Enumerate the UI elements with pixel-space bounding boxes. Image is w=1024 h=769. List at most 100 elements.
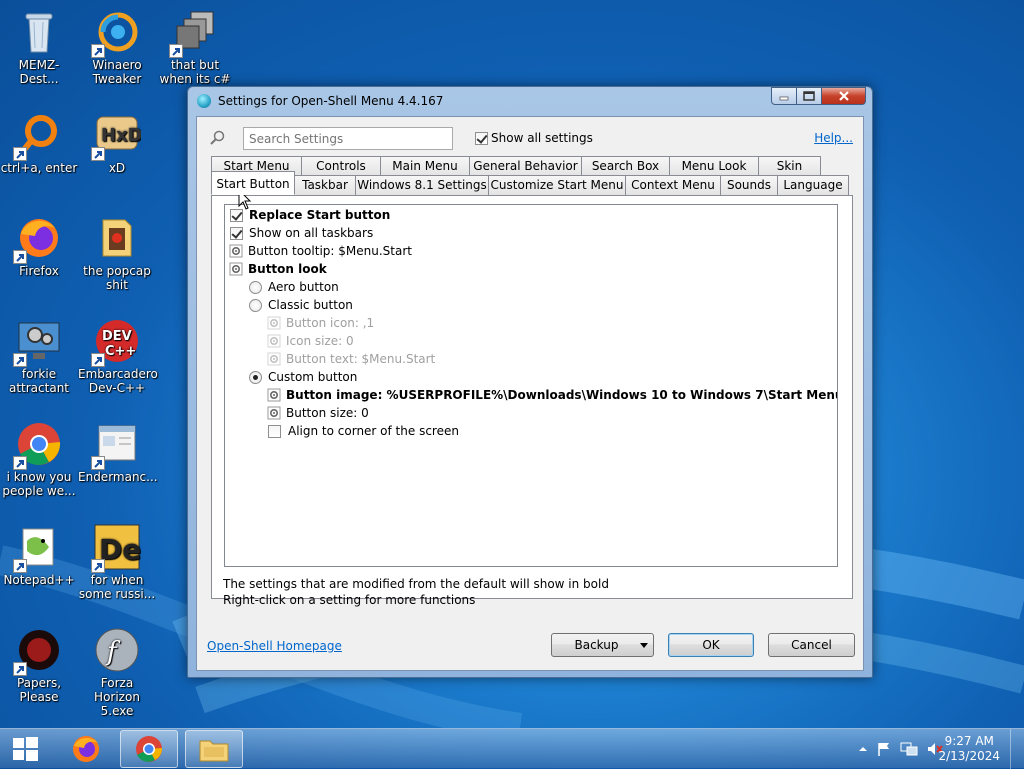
tab-taskbar[interactable]: Taskbar (294, 175, 356, 195)
desktop-icon-label: ctrl+a, enter (0, 161, 78, 175)
action-center-flag-icon[interactable] (876, 741, 892, 757)
tab-windows-81-settings[interactable]: Windows 8.1 Settings (355, 175, 489, 195)
show-hidden-icons-icon[interactable] (858, 744, 868, 754)
shortcut-arrow-icon (13, 250, 27, 264)
setting-show-on-all-taskbars[interactable]: Show on all taskbars (230, 224, 373, 242)
backup-button[interactable]: Backup (551, 633, 654, 657)
setting-button-look[interactable]: Button look (229, 260, 327, 278)
tab-panel-start-button: Replace Start button Show on all taskbar… (211, 195, 853, 599)
tab-controls[interactable]: Controls (301, 156, 381, 176)
setting-button-icon: Button icon: ,1 (267, 314, 374, 332)
windows-logo-icon (13, 737, 38, 761)
desktop-icon-forza[interactable]: f Forza Horizon 5.exe (78, 626, 156, 718)
gear-icon (267, 388, 281, 402)
gear-icon (267, 406, 281, 420)
tab-skin[interactable]: Skin (758, 156, 821, 176)
shortcut-arrow-icon (169, 44, 183, 58)
ok-button[interactable]: OK (668, 633, 754, 657)
setting-button-image[interactable]: Button image: %USERPROFILE%\Downloads\Wi… (267, 386, 837, 404)
shortcut-arrow-icon (13, 353, 27, 367)
desktop-icon-notepadpp[interactable]: Notepad++ (0, 523, 78, 587)
setting-button-text: Button text: $Menu.Start (267, 350, 435, 368)
start-button[interactable] (6, 731, 44, 767)
setting-align-corner[interactable]: Align to corner of the screen (268, 422, 459, 440)
radio-classic-button[interactable]: Classic button (249, 296, 353, 314)
tab-start-button[interactable]: Start Button (211, 171, 295, 195)
taskbar-chrome[interactable] (120, 730, 178, 768)
window-title: Settings for Open-Shell Menu 4.4.167 (218, 94, 444, 108)
radio-custom-button[interactable]: Custom button (249, 368, 357, 386)
orange-ring-icon (13, 111, 63, 161)
network-icon[interactable] (900, 741, 918, 757)
settings-client-area: Show all settings Help... Start Menu Sty… (196, 116, 864, 671)
cancel-button[interactable]: Cancel (768, 633, 855, 657)
gear-icon (267, 316, 281, 330)
title-bar[interactable]: Settings for Open-Shell Menu 4.4.167 (188, 87, 872, 115)
tab-search-box[interactable]: Search Box (581, 156, 670, 176)
taskbar-explorer[interactable] (185, 730, 243, 768)
folder-icon (199, 740, 229, 762)
window-icon (91, 420, 141, 470)
taskbar-clock[interactable]: 9:27 AM 2/13/2024 (938, 734, 1000, 764)
shortcut-arrow-icon (91, 456, 105, 470)
desktop-icon-label: the popcap shit (83, 264, 151, 292)
shortcut-arrow-icon (91, 147, 105, 161)
setting-button-tooltip[interactable]: Button tooltip: $Menu.Start (229, 242, 412, 260)
minimize-icon (779, 96, 789, 101)
desktop-icon-recycle-bin[interactable]: MEMZ-Dest... (0, 8, 78, 86)
desktop-icon-forkie[interactable]: forkie attractant (0, 317, 78, 395)
help-link[interactable]: Help... (814, 131, 853, 145)
shortcut-arrow-icon (13, 559, 27, 573)
setting-icon-size: Icon size: 0 (267, 332, 354, 350)
firefox-icon (13, 214, 63, 264)
desktop-icon-chrome[interactable]: i know you people we... (0, 420, 78, 498)
minimize-button[interactable] (771, 87, 797, 105)
desktop-icon-devcpp[interactable]: DEV C++ Embarcadero Dev-C++ (78, 317, 158, 395)
taskbar-firefox[interactable] (57, 730, 115, 768)
close-button[interactable] (822, 87, 866, 105)
shortcut-arrow-icon (13, 456, 27, 470)
open-shell-homepage-link[interactable]: Open-Shell Homepage (207, 639, 342, 653)
desktop-icon-endermanch[interactable]: Endermanc... (78, 420, 158, 484)
settings-tree: Replace Start button Show on all taskbar… (224, 204, 838, 567)
open-shell-icon (197, 94, 211, 108)
de-icon: De (91, 523, 141, 573)
desktop-icon-label: xD (108, 161, 126, 175)
desktop-icon-label: Endermanc... (78, 470, 158, 484)
svg-text:DEV: DEV (102, 329, 132, 344)
tab-customize-start-menu[interactable]: Customize Start Menu (488, 175, 626, 195)
desktop-icon-label: that but when its c# (159, 58, 231, 86)
setting-button-size[interactable]: Button size: 0 (267, 404, 369, 422)
desktop-icon-papers-please[interactable]: Papers, Please (0, 626, 78, 704)
close-icon (838, 91, 849, 101)
search-settings-input[interactable] (243, 127, 453, 150)
settings-window: Settings for Open-Shell Menu 4.4.167 Sho… (187, 86, 873, 678)
desktop-icon-label: forkie attractant (8, 367, 70, 395)
tab-menu-look[interactable]: Menu Look (669, 156, 759, 176)
desktop-icon-label: Notepad++ (3, 573, 75, 587)
maximize-button[interactable] (797, 87, 822, 105)
desktop-icon-firefox[interactable]: Firefox (0, 214, 78, 278)
shortcut-arrow-icon (13, 147, 27, 161)
tab-general-behavior[interactable]: General Behavior (469, 156, 582, 176)
hxd-icon: HxD (91, 111, 143, 161)
checkbox-icon (230, 226, 243, 240)
show-all-settings-checkbox[interactable]: Show all settings (475, 131, 593, 145)
setting-replace-start-button[interactable]: Replace Start button (230, 206, 390, 224)
desktop-icon-that-but-when[interactable]: that but when its c# (156, 8, 234, 86)
desktop-icon-ctrl-a[interactable]: ctrl+a, enter (0, 111, 78, 175)
radio-aero-button[interactable]: Aero button (249, 278, 339, 296)
tab-main-menu[interactable]: Main Menu (380, 156, 470, 176)
flash-icon: f (93, 626, 141, 674)
desktop-icon-popcap[interactable]: the popcap shit (78, 214, 156, 292)
show-desktop-button[interactable] (1010, 729, 1024, 769)
gear-icon (267, 334, 281, 348)
tab-context-menu[interactable]: Context Menu (625, 175, 721, 195)
desktop-icon-xd[interactable]: HxD xD (78, 111, 156, 175)
tab-language[interactable]: Language (777, 175, 849, 195)
desktop-icon-winaero[interactable]: Winaero Tweaker (78, 8, 156, 86)
tab-sounds[interactable]: Sounds (720, 175, 778, 195)
desktop-icon-russian[interactable]: De for when some russi... (78, 523, 156, 601)
devcpp-icon: DEV C++ (91, 317, 141, 367)
system-tray (858, 729, 944, 769)
